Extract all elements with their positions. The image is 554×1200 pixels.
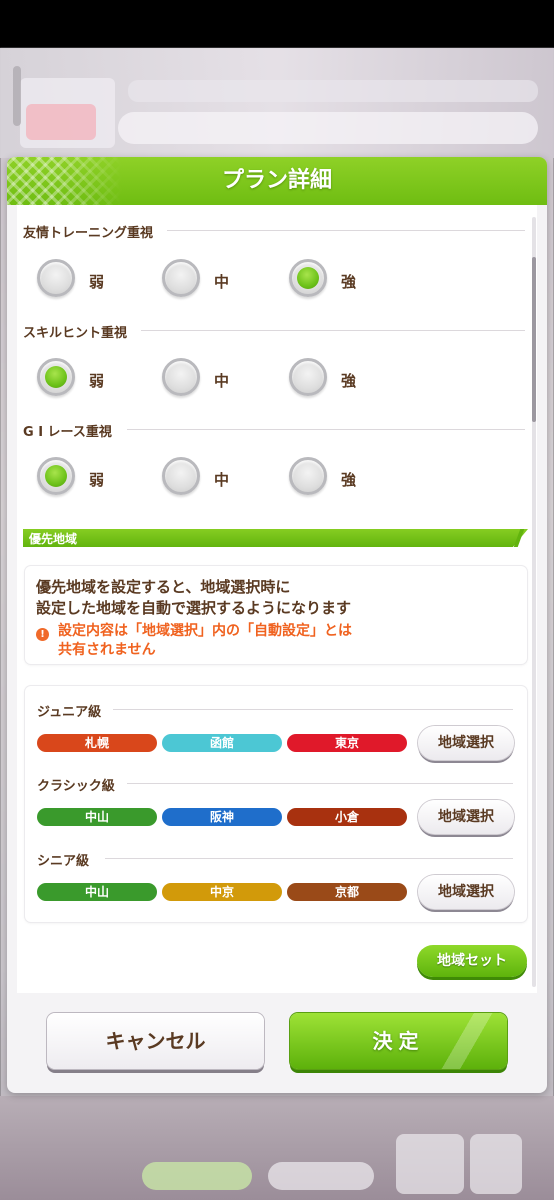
background-header-bar xyxy=(128,80,538,102)
modal-title: プラン詳細 xyxy=(221,168,332,193)
region-chip: 小倉 xyxy=(287,808,407,826)
section-label-skill-hint: スキルヒント重視 xyxy=(23,326,128,341)
info-text-line2: 設定した地域を自動で選択するようになります xyxy=(36,599,352,617)
grade-label-junior: ジュニア級 xyxy=(37,705,102,720)
priority-region-header: 優先地域 xyxy=(29,532,78,546)
radio-label: 強 xyxy=(341,372,357,390)
warning-icon: ! xyxy=(36,628,49,641)
background-scroll-indicator xyxy=(13,66,21,126)
region-chip: 阪神 xyxy=(162,808,282,826)
status-bar xyxy=(0,0,554,48)
background-pill-button xyxy=(268,1162,374,1190)
region-select-button-classic[interactable]: 地域選択 xyxy=(418,800,514,834)
radio-friendship-weak[interactable] xyxy=(37,259,75,297)
section-divider xyxy=(167,230,525,231)
region-settings-box: ジュニア級 札幌 函館 東京 地域選択 クラシック級 中山 阪神 小倉 地域選択… xyxy=(25,686,527,922)
cancel-button[interactable]: キャンセル xyxy=(47,1013,264,1069)
radio-label: 中 xyxy=(214,273,230,291)
warning-text-line1: 設定内容は「地域選択」内の「自動設定」とは xyxy=(58,623,352,639)
radio-label: 強 xyxy=(341,471,357,489)
region-select-button-junior[interactable]: 地域選択 xyxy=(418,726,514,760)
radio-g1-strong[interactable] xyxy=(289,457,327,495)
radio-g1-weak[interactable] xyxy=(37,457,75,495)
background-skip-button xyxy=(142,1162,252,1190)
radio-friendship-strong[interactable] xyxy=(289,259,327,297)
priority-region-header-bar xyxy=(23,529,528,547)
info-text-line1: 優先地域を設定すると、地域選択時に xyxy=(36,578,291,596)
background-goal-bar xyxy=(118,112,538,144)
region-select-button-senior[interactable]: 地域選択 xyxy=(418,875,514,909)
grade-divider xyxy=(113,709,513,710)
radio-label: 強 xyxy=(341,273,357,291)
warning-text-line2: 共有されません xyxy=(58,642,156,658)
region-set-button[interactable]: 地域セット xyxy=(417,945,527,977)
radio-label: 中 xyxy=(214,471,230,489)
radio-label: 弱 xyxy=(89,372,105,390)
region-chip: 京都 xyxy=(287,883,407,901)
radio-skill-weak[interactable] xyxy=(37,358,75,396)
radio-skill-mid[interactable] xyxy=(162,358,200,396)
section-divider xyxy=(127,429,525,430)
region-chip: 東京 xyxy=(287,734,407,752)
grade-label-senior: シニア級 xyxy=(37,854,90,869)
grade-divider xyxy=(105,858,513,859)
region-chip: 中山 xyxy=(37,808,157,826)
section-label-g1-race: G I レース重視 xyxy=(23,425,112,440)
radio-friendship-mid[interactable] xyxy=(162,259,200,297)
scrollbar-thumb[interactable] xyxy=(532,257,536,422)
plan-detail-modal: プラン詳細 友情トレーニング重視 弱 中 強 スキルヒント重視 弱 中 強 G … xyxy=(7,157,547,1093)
section-label-friendship: 友情トレーニング重視 xyxy=(23,226,154,241)
confirm-button[interactable]: 決定 xyxy=(290,1013,507,1069)
region-chip: 函館 xyxy=(162,734,282,752)
background-menu-icon xyxy=(470,1134,522,1194)
grade-divider xyxy=(127,783,513,784)
radio-g1-mid[interactable] xyxy=(162,457,200,495)
grade-label-classic: クラシック級 xyxy=(37,779,115,794)
region-chip: 中京 xyxy=(162,883,282,901)
region-chip: 札幌 xyxy=(37,734,157,752)
radio-label: 弱 xyxy=(89,471,105,489)
priority-info-box: 優先地域を設定すると、地域選択時に 設定した地域を自動で選択するようになります … xyxy=(25,566,527,664)
modal-header: プラン詳細 xyxy=(7,157,547,205)
background-menu-box xyxy=(396,1134,464,1194)
background-turn-badge xyxy=(26,104,96,140)
radio-skill-strong[interactable] xyxy=(289,358,327,396)
region-chip: 中山 xyxy=(37,883,157,901)
radio-label: 弱 xyxy=(89,273,105,291)
section-divider xyxy=(141,330,525,331)
radio-label: 中 xyxy=(214,372,230,390)
